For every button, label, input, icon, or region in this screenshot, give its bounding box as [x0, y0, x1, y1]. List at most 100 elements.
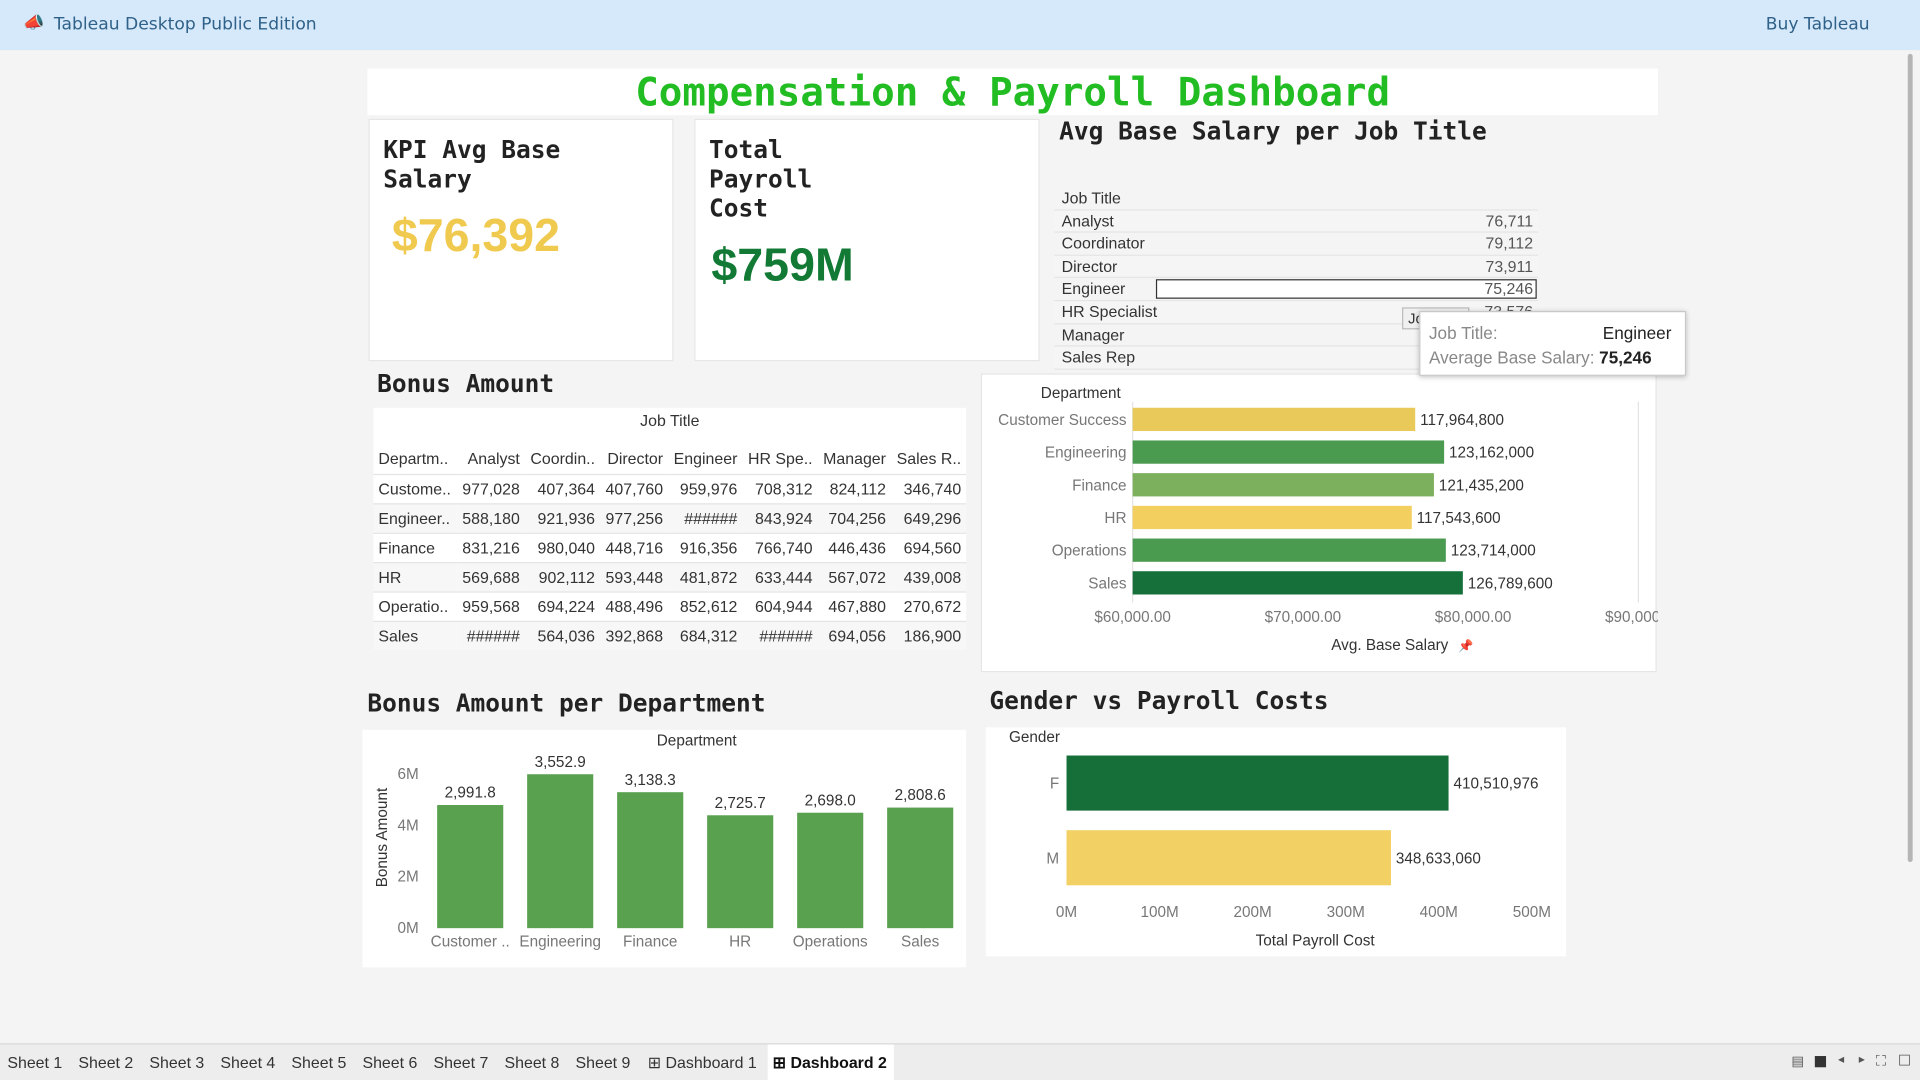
bonus-bar	[797, 812, 864, 929]
bonus-column-header[interactable]: Director	[600, 444, 668, 473]
sheet-tab-7[interactable]: Sheet 7	[433, 1053, 488, 1071]
previous-sheet-icon[interactable]: ◂	[1838, 1053, 1844, 1066]
bonus-column-header[interactable]: HR Spe..	[742, 444, 817, 473]
gender-payroll-heading: Gender vs Payroll Costs	[989, 685, 1329, 716]
bonus-per-dept-heading: Bonus Amount per Department	[367, 688, 766, 718]
bonus-category-label: HR	[729, 934, 751, 951]
bonus-column-header[interactable]: Coordin..	[525, 444, 600, 473]
edition-label: Tableau Desktop Public Edition	[53, 14, 317, 35]
bonus-table-row[interactable]: Sales ###### 564,036 392,868 684,312 ###### 69…	[373, 620, 967, 651]
bonus-crosstab: Departm.. Analyst Coordin.. Director Enginee…	[373, 444, 967, 651]
bonus-table-row[interactable]: Engineer.. 588,180 921,936 977,256 ###### 843…	[373, 502, 967, 533]
bonus-column-header[interactable]: Departm..	[373, 444, 456, 473]
sheet-tab-4[interactable]: Sheet 4	[220, 1053, 275, 1071]
gender-x-tick: 200M	[1234, 904, 1272, 921]
sheet-tab-6[interactable]: Sheet 6	[362, 1053, 417, 1071]
bonus-cell: 824,112	[817, 473, 891, 504]
gender-category-label: F	[1050, 776, 1059, 793]
dashboard-grid-icon: ⊞	[647, 1053, 662, 1072]
selected-cell-outline	[1155, 279, 1537, 299]
gender-x-tick: 100M	[1140, 904, 1178, 921]
bonus-cell: 186,900	[890, 620, 967, 651]
sheet-tab-2[interactable]: Sheet 2	[78, 1053, 133, 1071]
single-view-icon[interactable]: ■	[1813, 1052, 1827, 1069]
gender-row-header: Gender	[1009, 729, 1060, 746]
dept-data-label: 123,714,000	[1451, 543, 1536, 560]
kpi-payroll-card[interactable]: Total Payroll Cost $759M	[694, 118, 1040, 362]
gender-data-label: 348,633,060	[1396, 850, 1481, 867]
dept-category-label: Customer Success	[998, 412, 1127, 429]
bonus-per-dept-card[interactable]: Department 0M 2M 4M 6M Bonus Amount 2,991.8 Cus…	[362, 729, 967, 968]
job-title-value: 79,112	[1485, 234, 1534, 253]
dept-salary-bar	[1132, 538, 1446, 562]
job-title-label: Engineer	[1061, 279, 1126, 299]
bonus-cell: 766,740	[742, 532, 818, 563]
sheet-tab-5[interactable]: Sheet 5	[291, 1053, 346, 1071]
grid-view-icon[interactable]: ▤	[1791, 1053, 1804, 1069]
job-title-value: 76,711	[1485, 211, 1534, 230]
bonus-column-header[interactable]: Sales R..	[891, 444, 966, 473]
bonus-cell: 407,364	[524, 473, 600, 504]
bonus-cell: 852,612	[667, 590, 743, 621]
dept-category-label: Finance	[1072, 477, 1126, 494]
tooltip-value-avg-salary: 75,246	[1599, 347, 1652, 368]
bonus-column-header[interactable]: Analyst	[457, 444, 525, 473]
vertical-scrollbar[interactable]	[1907, 53, 1913, 863]
job-title-row[interactable]: Coordinator 79,112	[1054, 233, 1538, 256]
bonus-cell: 407,760	[599, 473, 668, 504]
bonus-cell: 346,740	[890, 473, 967, 504]
gender-data-label: 410,510,976	[1453, 776, 1538, 793]
dept-data-label: 121,435,200	[1439, 477, 1524, 494]
bonus-cell: 593,448	[599, 561, 668, 592]
dept-salary-chart-card[interactable]: Department Customer Success 117,964,800 Eng…	[980, 373, 1682, 674]
job-title-value: 73,911	[1485, 256, 1534, 276]
bonus-cell: 604,944	[742, 590, 818, 621]
bonus-data-label: 2,698.0	[805, 792, 856, 809]
bonus-column-group-header: Job Title	[640, 411, 700, 430]
job-title-row[interactable]: Analyst 76,711	[1054, 210, 1538, 233]
bonus-per-dept-chart[interactable]: Department 0M 2M 4M 6M Bonus Amount 2,991.8 Cus…	[362, 730, 966, 968]
pin-icon: 📌	[1458, 638, 1473, 653]
sheet-tab-8[interactable]: Sheet 8	[504, 1053, 559, 1071]
bonus-table-row[interactable]: HR 569,688 902,112 593,448 481,872 633,444 567…	[373, 561, 967, 592]
dashboard-tab-2[interactable]: ⊞ Dashboard 2	[767, 1044, 895, 1080]
gender-x-tick: 0M	[1056, 904, 1077, 921]
gender-payroll-card[interactable]: Gender F 410,510,976 M 348,633,060 0M 100M 200M…	[985, 727, 1567, 957]
dashboard-tab-1-label: Dashboard 1	[665, 1053, 757, 1072]
bonus-category-label: Customer ..	[431, 934, 510, 951]
dept-category-label: Sales	[1088, 575, 1127, 592]
bonus-table-row[interactable]: Finance 831,216 980,040 448,716 916,356 766,7…	[373, 532, 967, 563]
dept-data-label: 117,543,600	[1417, 510, 1501, 527]
buy-tableau-link[interactable]: Buy Tableau	[1766, 15, 1870, 35]
dept-row-header: Department	[1041, 385, 1122, 402]
bonus-cell: 902,112	[524, 561, 600, 592]
bonus-table-row[interactable]: Custome.. 977,028 407,364 407,760 959,976 708…	[373, 473, 967, 504]
bonus-table-row[interactable]: Operatio.. 959,568 694,224 488,496 852,612 60…	[373, 590, 967, 621]
bonus-cell: 708,312	[742, 473, 818, 504]
bonus-column-header[interactable]: Manager	[817, 444, 890, 473]
bonus-bar	[707, 815, 774, 929]
job-title-row[interactable]: Director 73,911	[1054, 255, 1538, 279]
dept-x-tick: $60,000.00	[1094, 609, 1171, 626]
kpi-payroll-heading-line1: Total	[708, 134, 783, 165]
gender-x-tick: 300M	[1327, 904, 1365, 921]
bonus-bar	[617, 792, 684, 929]
bonus-amount-table[interactable]: Job Title Departm.. Analyst Coordin.. Direc…	[373, 407, 967, 651]
tooltip-key-job-title: Job Title:	[1428, 323, 1498, 343]
sheet-tab-3[interactable]: Sheet 3	[149, 1053, 204, 1071]
next-sheet-icon[interactable]: ▸	[1859, 1053, 1865, 1066]
kpi-avg-salary-card[interactable]: KPI Avg Base Salary $76,392	[368, 118, 674, 362]
dashboard-tab-1[interactable]: ⊞ Dashboard 1	[648, 1053, 757, 1073]
job-title-label: Analyst	[1061, 211, 1114, 230]
present-icon[interactable]: ☐	[1898, 1052, 1911, 1069]
dept-salary-chart[interactable]: Department Customer Success 117,964,800 Eng…	[982, 375, 1681, 674]
sheet-tab-9[interactable]: Sheet 9	[576, 1053, 631, 1071]
job-title-row[interactable]: Engineer 75,246	[1054, 278, 1538, 302]
job-title-label: Coordinator	[1061, 234, 1145, 253]
fullscreen-icon[interactable]: ⛶	[1876, 1052, 1886, 1070]
bonus-column-header[interactable]: Engineer	[668, 444, 742, 473]
sheet-tab-1[interactable]: Sheet 1	[7, 1053, 62, 1071]
job-title-label: HR Specialist	[1061, 302, 1158, 321]
gender-payroll-chart[interactable]: Gender F 410,510,976 M 348,633,060 0M 100M 200M…	[986, 727, 1566, 956]
dept-x-tick: $80,000.00	[1435, 609, 1512, 626]
